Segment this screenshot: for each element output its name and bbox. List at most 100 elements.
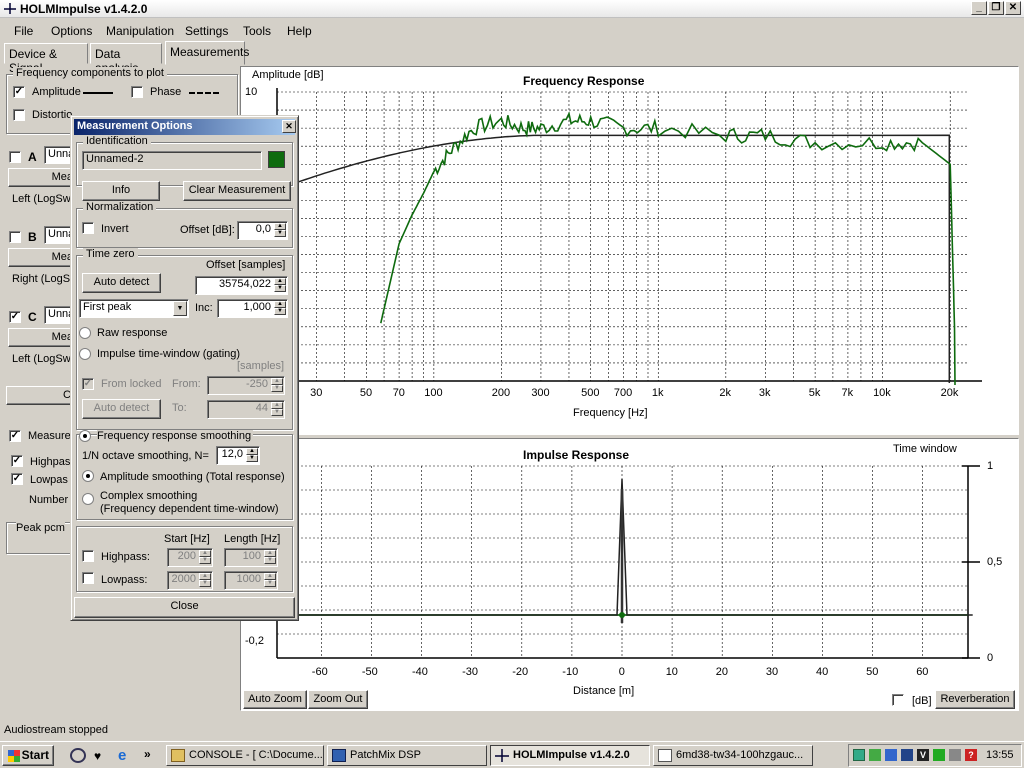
impulse-response-chart[interactable]	[241, 439, 1018, 710]
tray-green-icon[interactable]	[933, 749, 945, 761]
task-console[interactable]: CONSOLE - [ C:\Docume...	[166, 745, 324, 766]
highpass-start-field[interactable]: 200 ▲ ▼	[167, 548, 213, 567]
highpass-length-spinner[interactable]: ▲ ▼	[264, 550, 276, 565]
lowpass-filter-checkbox[interactable]	[82, 572, 94, 584]
to-spinner[interactable]: ▲ ▼	[271, 402, 283, 417]
menu-tools[interactable]: Tools	[243, 24, 271, 38]
tray-app-icon[interactable]	[869, 749, 881, 761]
task-6md38-label: 6md38-tw34-100hzgauc...	[676, 749, 804, 761]
highpass-filter-checkbox[interactable]	[82, 550, 94, 562]
auto-detect-gating-button[interactable]: Auto detect	[82, 399, 161, 419]
lowpass-length-spinner[interactable]: ▲ ▼	[264, 573, 276, 588]
measurement-name-field[interactable]: Unnamed-2	[82, 151, 262, 170]
zoom-out-button[interactable]: Zoom Out	[308, 690, 368, 709]
task-patchmix[interactable]: PatchMix DSP	[327, 745, 487, 766]
inc-spinner[interactable]: ▲ ▼	[274, 301, 286, 316]
octave-field[interactable]: 12,0 ▲ ▼	[216, 446, 260, 465]
group-title: Frequency components to plot	[13, 67, 167, 79]
peak-mode-select[interactable]: First peak ▼	[79, 299, 189, 318]
tab-measurements[interactable]: Measurements	[165, 41, 249, 65]
auto-detect-button[interactable]: Auto detect	[82, 273, 161, 293]
tray-help-icon[interactable]: ?	[965, 749, 977, 761]
impulse-response-panel: Impulse Response Time window -60 -50 -40 -3…	[240, 438, 1019, 711]
frequency-response-chart[interactable]	[241, 67, 1018, 434]
close-dialog-button[interactable]: Close	[74, 597, 295, 618]
measurement-a-button[interactable]: Mea	[8, 168, 74, 187]
invert-checkbox[interactable]	[82, 222, 94, 234]
raw-response-radio[interactable]	[79, 327, 91, 339]
freq-xtick-label: 30	[310, 387, 323, 399]
distortion-checkbox[interactable]	[13, 109, 25, 121]
lowpass-start-field[interactable]: 2000 ▲ ▼	[167, 571, 213, 590]
tray-network-icon[interactable]	[853, 749, 865, 761]
clear-measurement-button[interactable]: Clear Measurement	[183, 181, 291, 201]
tray-display-icon[interactable]	[901, 749, 913, 761]
measurement-b-button[interactable]: Mea	[8, 248, 74, 267]
highpass-start-spinner[interactable]: ▲ ▼	[199, 550, 211, 565]
tray-grey-icon[interactable]	[949, 749, 961, 761]
lowpass-checkbox[interactable]: ✓	[11, 473, 23, 485]
lowpass-length-field[interactable]: 1000 ▲ ▼	[224, 571, 278, 590]
offset-samples-spinner[interactable]: ▲ ▼	[274, 278, 286, 293]
chevron-right-icon[interactable]: »	[144, 747, 151, 761]
inc-label: Inc:	[195, 302, 213, 314]
c-button[interactable]: C	[6, 386, 72, 405]
lowpass-start-spinner[interactable]: ▲ ▼	[199, 573, 211, 588]
status-text: Audiostream stopped	[4, 724, 108, 736]
peak-label: Peak pcm	[16, 522, 65, 534]
raw-response-label: Raw response	[97, 327, 168, 339]
tray-volume-icon[interactable]	[885, 749, 897, 761]
smoothing-radio[interactable]	[79, 430, 91, 442]
measurement-c-checkbox[interactable]: ✓	[9, 311, 21, 323]
samples-label: [samples]	[237, 360, 285, 372]
menu-manipulation[interactable]: Manipulation	[106, 24, 174, 38]
close-button[interactable]: ✕	[1005, 1, 1021, 15]
maximize-button[interactable]: ❐	[988, 1, 1004, 15]
from-field[interactable]: -250 ▲ ▼	[207, 376, 285, 395]
complex-smoothing-radio[interactable]	[82, 493, 94, 505]
gating-radio[interactable]	[79, 348, 91, 360]
measurement-b-checkbox[interactable]	[9, 231, 21, 243]
measurement-c-button[interactable]: Mea	[8, 328, 74, 347]
measurement-a-checkbox[interactable]	[9, 151, 21, 163]
info-button[interactable]: Info	[82, 181, 160, 201]
menu-help[interactable]: Help	[287, 24, 312, 38]
windows-logo-icon	[8, 750, 20, 762]
dialog-close-icon[interactable]: ✕	[282, 120, 296, 133]
octave-spinner[interactable]: ▲ ▼	[246, 448, 258, 463]
inc-value: 1,000	[243, 301, 271, 313]
offset-samples-field[interactable]: 35754,022 ▲ ▼	[195, 276, 288, 295]
highpass-length-field[interactable]: 100 ▲ ▼	[224, 548, 278, 567]
from-locked-checkbox[interactable]: ✓	[82, 378, 94, 390]
tab-data-analysis[interactable]: Data analysis	[90, 43, 162, 75]
start-button[interactable]: Start	[2, 745, 54, 766]
imp-xtick-label: -50	[361, 666, 378, 678]
minimize-button[interactable]: _	[971, 1, 987, 15]
menu-options[interactable]: Options	[51, 24, 92, 38]
menu-file[interactable]: File	[14, 24, 33, 38]
quicklaunch-globe-icon[interactable]	[70, 748, 86, 763]
lowpass-filter-label: Lowpass:	[101, 574, 148, 586]
measure-checkbox[interactable]: ✓	[9, 430, 21, 442]
chevron-down-icon[interactable]: ▼	[173, 301, 187, 316]
menu-settings[interactable]: Settings	[185, 24, 228, 38]
task-holmimpulse[interactable]: HOLMImpulse v1.4.2.0	[490, 745, 650, 766]
to-field[interactable]: 44 ▲ ▼	[207, 400, 285, 419]
highpass-checkbox[interactable]: ✓	[11, 455, 23, 467]
from-spinner[interactable]: ▲ ▼	[271, 378, 283, 393]
inc-field[interactable]: 1,000 ▲ ▼	[217, 299, 288, 318]
auto-zoom-button[interactable]: Auto Zoom	[243, 690, 307, 709]
task-6md38[interactable]: 6md38-tw34-100hzgauc...	[653, 745, 813, 766]
quicklaunch-media-icon[interactable]: ♥	[94, 749, 101, 763]
amplitude-smoothing-radio[interactable]	[82, 470, 94, 482]
measurement-color-swatch[interactable]	[268, 151, 285, 168]
internet-explorer-icon[interactable]: e	[118, 747, 126, 764]
db-checkbox[interactable]	[892, 694, 904, 706]
phase-checkbox[interactable]	[131, 86, 143, 98]
reverberation-button[interactable]: Reverberation	[935, 690, 1015, 709]
offset-db-spinner[interactable]: ▲ ▼	[274, 223, 286, 238]
tab-device-signal[interactable]: Device & Signal	[4, 43, 88, 75]
tray-v-icon[interactable]: V	[917, 749, 929, 761]
amplitude-checkbox[interactable]: ✓	[13, 86, 25, 98]
offset-db-field[interactable]: 0,0 ▲ ▼	[237, 221, 288, 240]
